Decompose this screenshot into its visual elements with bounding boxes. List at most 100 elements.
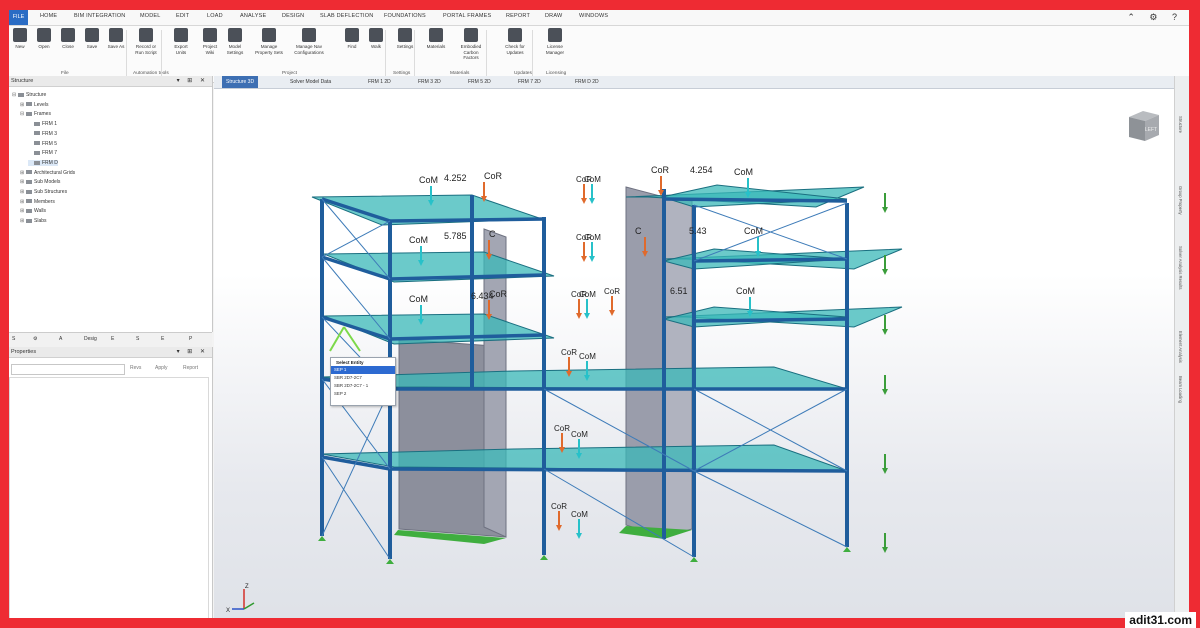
expand-toggle-icon[interactable]: ⊞ — [20, 179, 24, 185]
select-entity-item[interactable]: SBR 2D7-2C7 - 1 — [331, 382, 395, 390]
select-entity-item[interactable]: SEP 1 — [331, 366, 395, 374]
dock-tab[interactable]: Beam Loading — [1178, 376, 1183, 403]
report-button[interactable]: Report — [183, 365, 198, 371]
tab-foundations[interactable]: FOUNDATIONS — [384, 13, 426, 19]
view-cube[interactable]: LEFT — [1125, 109, 1161, 143]
doc-tab-frmd[interactable]: FRM D 2D — [571, 76, 603, 88]
tree-node[interactable]: FRM 1 — [28, 121, 57, 127]
revs-button[interactable]: Revs — [130, 365, 141, 371]
doc-tab-frm7[interactable]: FRM 7 2D — [514, 76, 545, 88]
model-settings-button[interactable]: Model Settings — [220, 28, 250, 55]
tab-windows[interactable]: WINDOWS — [579, 13, 608, 19]
folder-icon — [26, 209, 32, 214]
panel-tab[interactable]: S — [12, 336, 15, 342]
dock-tab[interactable]: Group Property — [1178, 186, 1183, 215]
expand-toggle-icon[interactable]: ⊞ — [20, 189, 24, 195]
tab-edit[interactable]: EDIT — [176, 13, 189, 19]
cor-com-label: CoM — [579, 352, 596, 361]
axis-x-label: X — [226, 608, 230, 614]
dock-tab[interactable]: Element Analysis — [1178, 331, 1183, 363]
walk-button[interactable]: Walk — [361, 28, 391, 50]
manage-property-sets-button[interactable]: Manage Property Sets — [254, 28, 284, 55]
tab-bim-integration[interactable]: BIM INTEGRATION — [74, 13, 125, 19]
selected-member — [329, 326, 345, 352]
panel-tab[interactable]: Desig — [84, 336, 97, 342]
structure-3d-viewport[interactable]: CoM 4.252 CoR CoM 5.785 C CoM 6.434 CoR CoR 4.254 C… — [214, 89, 1175, 618]
panel-tab[interactable]: S — [136, 336, 139, 342]
expand-toggle-icon[interactable]: ⊞ — [20, 170, 24, 176]
tab-slab-deflection[interactable]: SLAB DEFLECTION — [320, 13, 373, 19]
window-controls[interactable]: ⌃ ⚙ ? — [1127, 12, 1183, 23]
cor-label: CoR — [484, 171, 503, 181]
tree-node[interactable]: ⊞ Levels — [20, 102, 48, 108]
panel-tab-strip: S ⚙ A Desig E S E P — [9, 332, 212, 348]
expand-toggle-icon[interactable]: ⊞ — [20, 102, 24, 108]
tab-analyse[interactable]: ANALYSE — [240, 13, 266, 19]
dock-tab[interactable]: Solver Analysis Results — [1178, 246, 1183, 290]
tab-file[interactable]: FILE — [9, 10, 28, 25]
app-window: FILE HOME BIM INTEGRATION MODEL EDIT LOA… — [9, 10, 1189, 618]
tree-node[interactable]: FRM D — [28, 159, 58, 166]
tree-panel-controls[interactable]: ▾ ⊞ ✕ — [177, 76, 208, 86]
panel-tab[interactable]: ⚙ — [33, 336, 37, 342]
tree-node[interactable]: ⊞ Architectural Grids — [20, 170, 75, 176]
ribbon-group-separator — [532, 30, 533, 78]
select-entity-menu[interactable]: Select Entity SEP 1 SBR 2D7-2C7 SBR 2D7-… — [330, 357, 396, 406]
license-manager-button[interactable]: License Manager — [540, 28, 570, 55]
doc-tab-frm1[interactable]: FRM 1 2D — [364, 76, 395, 88]
expand-toggle-icon[interactable]: ⊟ — [12, 92, 16, 98]
tree-node[interactable]: ⊞ Members — [20, 199, 55, 205]
tree-node[interactable]: ⊞ Walls — [20, 208, 46, 214]
doc-tab-frm5[interactable]: FRM 5 2D — [464, 76, 495, 88]
structure-3d-model[interactable]: CoM 4.252 CoRCoM 5.785 CCoM 6.434CoRCoR 4.254 C… — [214, 89, 1175, 618]
tab-load[interactable]: LOAD — [207, 13, 223, 19]
tab-model[interactable]: MODEL — [140, 13, 161, 19]
export-units-button[interactable]: Export Units — [166, 28, 196, 55]
doc-tab-solver-model-data[interactable]: Solver Model Data — [286, 76, 335, 88]
panel-tab[interactable]: A — [59, 336, 62, 342]
apply-button[interactable]: Apply — [155, 365, 168, 371]
tree-node[interactable]: ⊞ Sub Structures — [20, 189, 67, 195]
support-icon — [843, 547, 851, 552]
expand-toggle-icon[interactable]: ⊟ — [20, 111, 24, 117]
panel-tab[interactable]: E — [111, 336, 114, 342]
doc-tab-frm3[interactable]: FRM 3 2D — [414, 76, 445, 88]
tree-node[interactable]: ⊟ Frames — [20, 111, 51, 117]
select-entity-header: Select Entity — [336, 360, 364, 365]
tab-report[interactable]: REPORT — [506, 13, 530, 19]
settings-button[interactable]: Settings — [390, 28, 420, 50]
manage-nav-configurations-button[interactable]: Manage Nav Configurations — [294, 28, 324, 55]
expand-toggle-icon[interactable]: ⊞ — [20, 208, 24, 214]
ribbon-button-label: Manage Property Sets — [255, 44, 283, 55]
materials-button[interactable]: Materials — [421, 28, 451, 50]
doc-tab-structure-3d[interactable]: Structure 3D — [222, 76, 259, 88]
cor-arrow-head — [556, 525, 562, 531]
embodied-carbon-factors-button[interactable]: Embodied Carbon Factors — [456, 28, 486, 61]
tree-node[interactable]: FRM 3 — [28, 131, 57, 137]
support-icon — [540, 555, 548, 560]
expand-toggle-icon[interactable]: ⊞ — [20, 199, 24, 205]
tab-design[interactable]: DESIGN — [282, 13, 304, 19]
select-entity-item[interactable]: SEP 2 — [331, 390, 395, 398]
cor-com-label: CoM — [571, 430, 588, 439]
expand-toggle-icon[interactable]: ⊞ — [20, 218, 24, 224]
tab-portal-frames[interactable]: PORTAL FRAMES — [443, 13, 491, 19]
record-or-run-script-button[interactable]: Record or Run Script — [131, 28, 161, 55]
eccentricity-label: 4.254 — [690, 165, 713, 175]
tree-node[interactable]: ⊟ Structure — [12, 92, 46, 98]
panel-tab[interactable]: E — [161, 336, 164, 342]
cor-com-label: CoR — [561, 348, 577, 357]
panel-tab[interactable]: P — [189, 336, 192, 342]
tree-node[interactable]: ⊞ Sub Models — [20, 179, 60, 185]
tab-home[interactable]: HOME — [40, 13, 57, 19]
check-for-updates-button[interactable]: Check for Updates — [500, 28, 530, 55]
load-arrow-head — [882, 547, 888, 553]
tree-node[interactable]: FRM 7 — [28, 150, 57, 156]
select-entity-item[interactable]: SBR 2D7-2C7 — [331, 374, 395, 382]
properties-controls[interactable]: ▾ ⊞ ✕ — [177, 347, 208, 357]
properties-select[interactable] — [11, 364, 125, 375]
tab-draw[interactable]: DRAW — [545, 13, 562, 19]
dock-tab[interactable]: Structure — [1178, 116, 1183, 133]
tree-node[interactable]: ⊞ Slabs — [20, 218, 47, 224]
tree-node[interactable]: FRM 5 — [28, 141, 57, 147]
